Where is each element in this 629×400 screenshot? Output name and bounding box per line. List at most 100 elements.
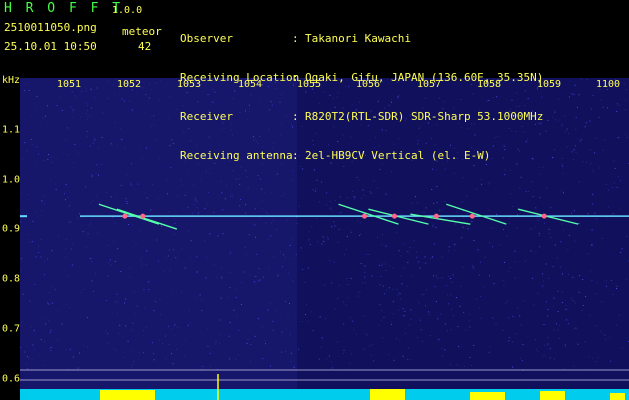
noise-pixel (539, 197, 541, 199)
noise-pixel (484, 256, 486, 258)
noise-pixel (31, 241, 33, 243)
noise-pixel (239, 205, 241, 207)
noise-pixel (437, 318, 439, 320)
noise-pixel (509, 267, 511, 268)
noise-pixel (573, 94, 575, 95)
noise-pixel (138, 351, 140, 353)
noise-pixel (94, 97, 96, 99)
noise-pixel (260, 178, 262, 180)
noise-pixel (45, 317, 47, 319)
noise-pixel (496, 213, 498, 215)
noise-pixel (573, 210, 575, 212)
y-tick-label: 0.9 (2, 223, 21, 235)
noise-pixel (418, 261, 420, 263)
noise-pixel (364, 282, 366, 284)
noise-pixel (365, 333, 367, 335)
noise-pixel (117, 248, 119, 250)
noise-pixel (575, 145, 577, 147)
noise-pixel (619, 180, 621, 182)
noise-pixel (576, 107, 578, 108)
noise-pixel (437, 278, 439, 280)
noise-pixel (468, 313, 470, 315)
noise-pixel (236, 314, 238, 316)
noise-pixel (80, 116, 82, 118)
noise-pixel (291, 179, 293, 181)
noise-pixel (170, 259, 172, 261)
noise-pixel (145, 94, 147, 96)
noise-pixel (586, 79, 588, 81)
noise-pixel (354, 198, 356, 200)
noise-pixel (564, 115, 565, 117)
noise-pixel (353, 196, 354, 197)
noise-pixel (521, 360, 523, 362)
noise-pixel (537, 292, 539, 294)
noise-pixel (331, 226, 333, 228)
noise-pixel (173, 233, 175, 235)
noise-pixel (504, 261, 505, 263)
noise-pixel (334, 261, 335, 263)
noise-pixel (86, 88, 88, 90)
noise-pixel (125, 298, 127, 300)
noise-pixel (171, 139, 173, 140)
noise-pixel (574, 84, 576, 86)
noise-pixel (479, 307, 481, 309)
noise-pixel (578, 275, 580, 277)
noise-pixel (47, 158, 49, 160)
noise-pixel (572, 328, 574, 330)
noise-pixel (95, 172, 97, 174)
noise-pixel (107, 80, 109, 82)
noise-pixel (446, 285, 447, 287)
noise-pixel (255, 276, 257, 277)
noise-pixel (249, 274, 251, 276)
noise-pixel (92, 142, 94, 144)
noise-pixel (47, 258, 49, 260)
noise-pixel (552, 157, 554, 159)
x-tick-label: 1056 (355, 79, 381, 90)
noise-pixel (582, 161, 584, 163)
noise-pixel (547, 119, 549, 121)
noise-pixel (50, 329, 52, 331)
noise-pixel (532, 196, 534, 197)
noise-pixel (454, 249, 456, 251)
noise-pixel (141, 158, 143, 160)
noise-pixel (432, 225, 434, 227)
noise-pixel (233, 309, 235, 311)
noise-pixel (489, 275, 490, 277)
noise-pixel (100, 164, 102, 166)
noise-pixel (325, 204, 327, 206)
noise-pixel (377, 187, 379, 189)
noise-pixel (435, 275, 437, 277)
noise-pixel (243, 271, 245, 273)
noise-pixel (28, 241, 30, 243)
noise-pixel (266, 213, 268, 215)
noise-pixel (508, 337, 510, 339)
noise-pixel (65, 349, 67, 351)
noise-pixel (461, 236, 463, 238)
noise-pixel (590, 162, 592, 164)
noise-pixel (65, 303, 67, 305)
noise-pixel (382, 337, 384, 339)
noise-pixel (229, 252, 231, 254)
noise-pixel (257, 175, 259, 176)
noise-pixel (573, 365, 575, 367)
noise-pixel (337, 298, 339, 299)
noise-pixel (405, 332, 407, 334)
noise-pixel (239, 178, 240, 180)
noise-pixel (447, 250, 449, 252)
noise-pixel (517, 208, 519, 210)
noise-pixel (136, 305, 138, 307)
noise-pixel (612, 213, 614, 214)
noise-pixel (560, 266, 562, 268)
x-tick-label: 1051 (56, 79, 82, 90)
noise-pixel (125, 198, 127, 200)
noise-pixel (247, 187, 249, 189)
noise-pixel (330, 361, 332, 363)
noise-pixel (377, 237, 378, 239)
noise-pixel (347, 297, 349, 299)
noise-pixel (344, 254, 345, 256)
noise-pixel (545, 301, 547, 303)
noise-pixel (148, 97, 150, 99)
noise-pixel (254, 208, 256, 210)
noise-pixel (519, 315, 521, 317)
noise-pixel (605, 338, 607, 340)
